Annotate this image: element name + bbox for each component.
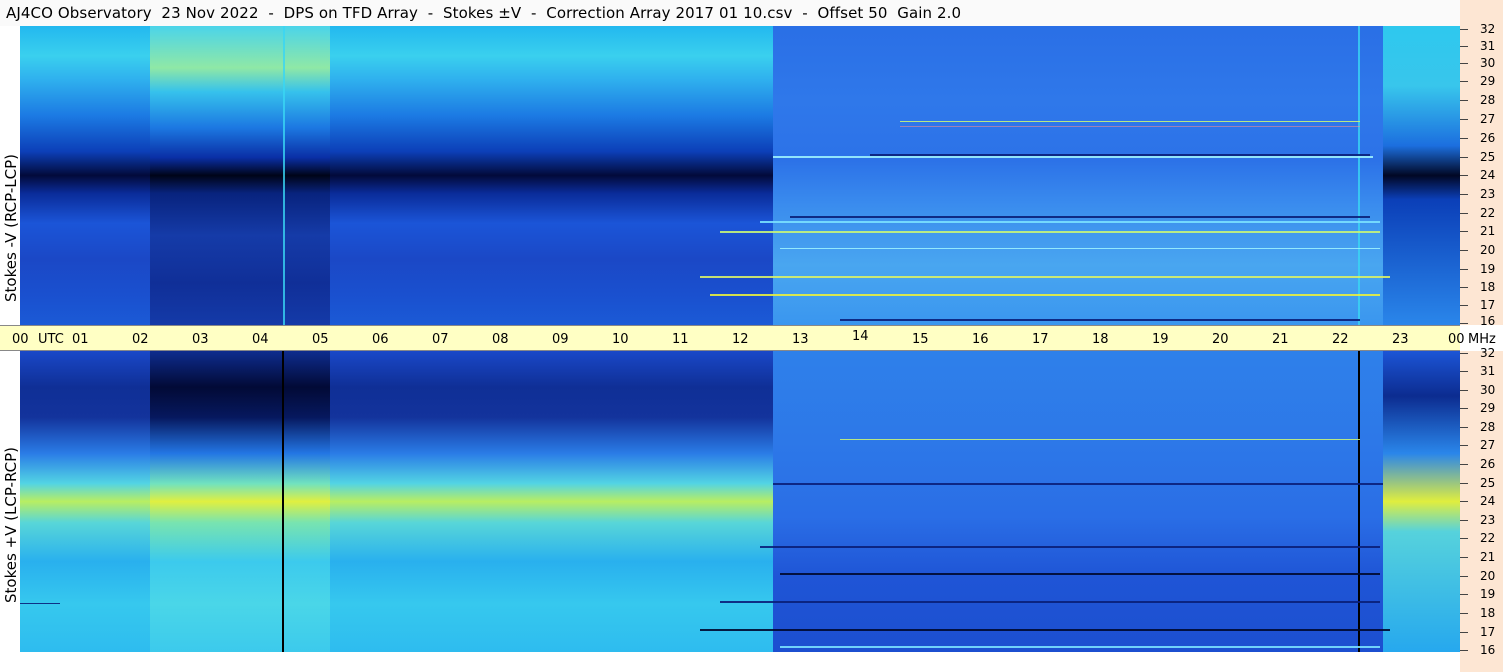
top-panel-label: Stokes -V (RCP-LCP) [2,154,20,302]
page-title: AJ4CO Observatory 23 Nov 2022 - DPS on T… [6,4,962,22]
bottom-strip [0,652,1460,672]
freq-label: 16 [1480,643,1496,657]
top-spectrogram-image [20,26,1460,325]
time-label: 03 [192,332,209,347]
freq-label: 24 [1480,168,1496,182]
freq-label: 23 [1480,187,1496,201]
time-label: 19 [1152,332,1169,347]
time-label: 23 [1392,332,1409,347]
freq-label: 20 [1480,243,1496,257]
time-label-unit: MHz [1468,332,1496,347]
freq-label: 18 [1480,606,1496,620]
time-label: 20 [1212,332,1229,347]
freq-label: 28 [1480,93,1496,107]
time-label: 09 [552,332,569,347]
freq-label: 30 [1480,383,1496,397]
time-label: 15 [912,332,929,347]
bottom-panel-gutter: Stokes +V (LCP-RCP) [0,351,20,652]
time-label: 11 [672,332,689,347]
freq-label: 27 [1480,438,1496,452]
freq-label: 17 [1480,625,1496,639]
time-label: 13 [792,332,809,347]
freq-label: 23 [1480,513,1496,527]
freq-label: 31 [1480,364,1496,378]
title-bar: AJ4CO Observatory 23 Nov 2022 - DPS on T… [0,0,1461,26]
freq-label: 25 [1480,476,1496,490]
freq-label: 30 [1480,56,1496,70]
time-label: 14 [852,329,869,344]
freq-label: 19 [1480,587,1496,601]
freq-label: 22 [1480,206,1496,220]
freq-label: 32 [1480,22,1496,36]
time-label: UTC [38,332,64,347]
time-label: 08 [492,332,509,347]
freq-label: 25 [1480,150,1496,164]
freq-label: 26 [1480,457,1496,471]
freq-label: 16 [1480,314,1496,328]
time-label: 10 [612,332,629,347]
freq-label: 27 [1480,112,1496,126]
time-label: 12 [732,332,749,347]
time-label: 05 [312,332,329,347]
time-axis: 00 UTC 01 02 03 04 05 06 07 08 09 10 11 … [0,325,1496,351]
time-label: 07 [432,332,449,347]
freq-label: 29 [1480,74,1496,88]
freq-label: 20 [1480,569,1496,583]
time-label: 01 [72,332,89,347]
time-label: 04 [252,332,269,347]
freq-label: 32 [1480,346,1496,360]
time-label: 18 [1092,332,1109,347]
time-label: 02 [132,332,149,347]
freq-label: 17 [1480,298,1496,312]
time-label: 06 [372,332,389,347]
top-panel-gutter: Stokes -V (RCP-LCP) [0,26,20,325]
bottom-spectrogram-image [20,351,1460,652]
freq-axis-top: 32 31 30 29 28 27 26 25 24 23 22 21 20 1… [1460,0,1503,328]
bottom-spectrogram [20,351,1460,652]
freq-label: 21 [1480,550,1496,564]
freq-label: 21 [1480,224,1496,238]
top-spectrogram [20,26,1460,325]
freq-label: 24 [1480,494,1496,508]
time-label: 21 [1272,332,1289,347]
freq-label: 22 [1480,531,1496,545]
time-label: 00 [1448,332,1465,347]
time-label: 22 [1332,332,1349,347]
time-label: 00 [12,332,29,347]
time-label: 16 [972,332,989,347]
freq-label: 19 [1480,262,1496,276]
freq-label: 31 [1480,39,1496,53]
freq-label: 18 [1480,280,1496,294]
freq-axis-bottom: 32 31 30 29 28 27 26 25 24 23 22 21 20 1… [1460,346,1503,672]
bottom-panel-label: Stokes +V (LCP-RCP) [2,447,20,603]
time-label: 17 [1032,332,1049,347]
freq-label: 26 [1480,131,1496,145]
freq-label: 28 [1480,420,1496,434]
freq-label: 29 [1480,401,1496,415]
